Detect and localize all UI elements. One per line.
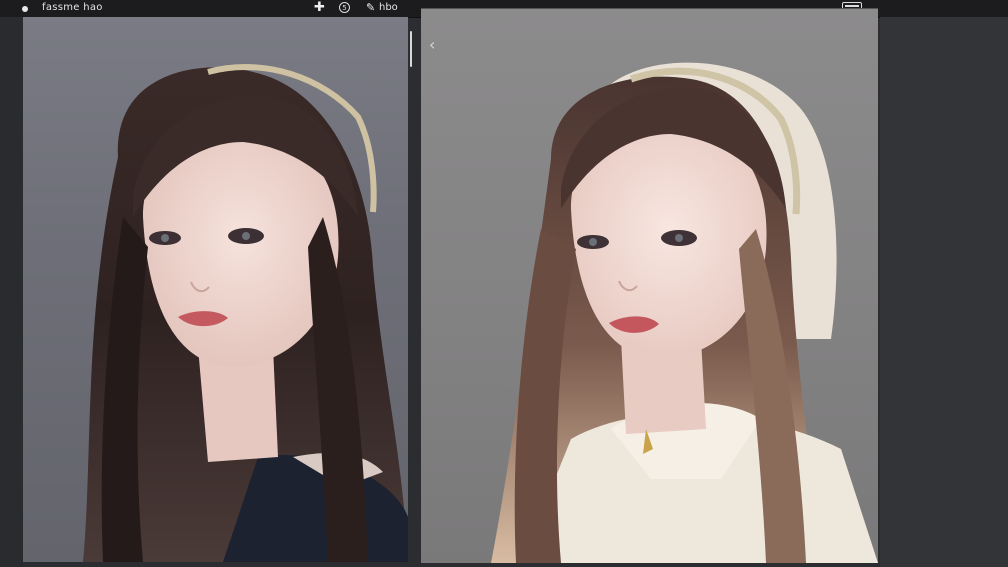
portrait-light-hair	[491, 62, 878, 563]
plus-icon[interactable]: ✚	[314, 1, 325, 14]
circle-icon[interactable]: 5	[339, 2, 350, 13]
portrait-dark-hair	[83, 64, 408, 562]
left-strip	[0, 17, 23, 567]
right-sidebar	[880, 17, 1008, 567]
split-handle[interactable]	[410, 31, 412, 67]
pin-icon[interactable]: ✎	[366, 1, 375, 14]
status-dot-icon	[22, 6, 28, 12]
meta-label: hbo	[379, 2, 398, 13]
window-title: fassme hao	[42, 2, 103, 13]
image-panel-right[interactable]: ‹	[421, 8, 878, 563]
chevron-left-icon[interactable]: ‹	[429, 37, 435, 53]
image-panel-left[interactable]	[23, 17, 408, 562]
